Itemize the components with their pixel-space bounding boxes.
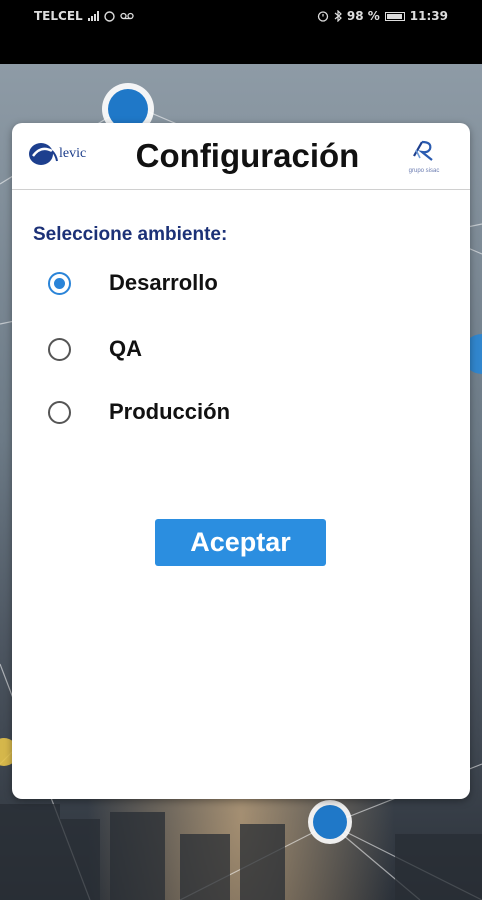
accept-button[interactable]: Aceptar [155,519,326,566]
battery-percent: 98 % [346,9,380,23]
dialog-title: Configuración [135,137,360,174]
whatsapp-icon [103,10,115,22]
levic-logo: levic [28,141,86,167]
option-label: Desarrollo [109,270,218,295]
grupo-logo-icon [413,140,433,161]
environment-prompt: Seleccione ambiente: [33,224,228,245]
configuration-dialog: levic Configuración grupo sisac Seleccio… [12,123,470,799]
dialog-header: levic Configuración grupo sisac [12,123,470,190]
status-right: 98 % 11:39 [317,9,448,23]
bluetooth-icon [334,10,342,22]
clock: 11:39 [409,9,448,23]
alarm-icon [317,11,329,22]
grupo-logo: grupo sisac [398,138,450,174]
option-produccion[interactable]: Producción [48,397,230,427]
grupo-logo-text: grupo sisac [408,168,440,174]
battery-icon [384,11,405,21]
option-label: QA [109,336,142,361]
carrier-label: TELCEL [34,9,83,23]
voicemail-icon [120,12,134,20]
levic-logo-text: levic [59,146,87,161]
option-qa[interactable]: QA [48,334,142,364]
option-desarrollo[interactable]: Desarrollo [48,268,218,298]
levic-logo-icon [29,143,58,165]
status-left: TELCEL [34,9,134,23]
signal-icon [87,11,99,21]
radio-produccion[interactable] [48,400,71,424]
radio-qa[interactable] [48,337,71,361]
option-label: Producción [109,399,231,424]
radio-desarrollo[interactable] [48,271,71,295]
status-bar: TELCEL 98 % 11:39 [0,0,482,64]
